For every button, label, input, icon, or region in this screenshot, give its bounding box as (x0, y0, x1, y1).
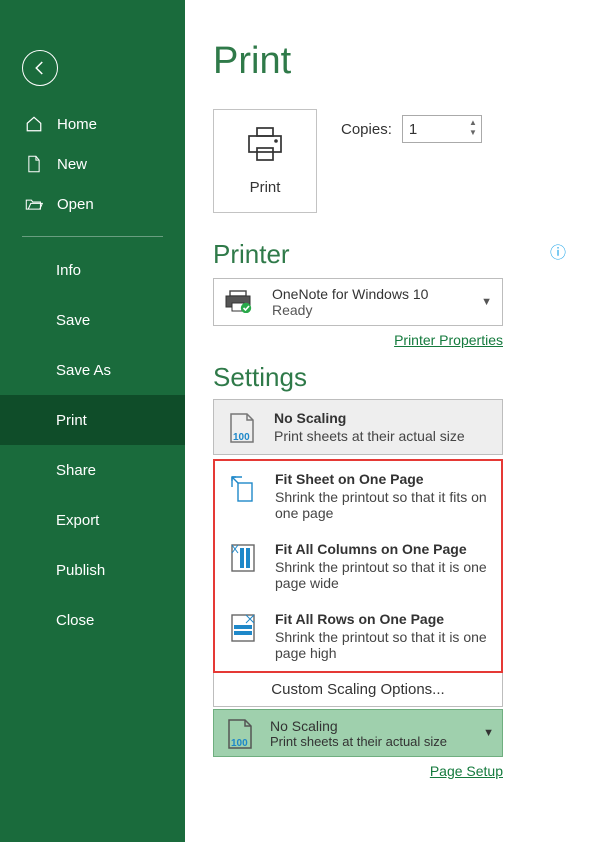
print-button[interactable]: Print (213, 109, 317, 213)
custom-scaling-link[interactable]: Custom Scaling Options... (213, 673, 503, 707)
printer-name: OneNote for Windows 10 (272, 286, 428, 302)
page-setup-link[interactable]: Page Setup (213, 763, 503, 779)
option-title: Fit All Rows on One Page (275, 611, 489, 627)
scaling-selected-title: No Scaling (274, 410, 465, 426)
scaling-option-fit-columns[interactable]: Fit All Columns on One Page Shrink the p… (215, 531, 501, 601)
option-desc: Shrink the printout so that it fits on o… (275, 489, 489, 521)
scaling-selected-desc: Print sheets at their actual size (274, 428, 465, 444)
sidebar-item-label: Home (57, 116, 97, 133)
summary-title: No Scaling (270, 718, 447, 734)
sidebar-sub-label: Export (56, 512, 99, 529)
svg-text:100: 100 (231, 738, 248, 749)
backstage-sidebar: Home New Open Info Save Save As Print Sh… (0, 0, 185, 842)
scaling-dropdown[interactable]: 100 No Scaling Print sheets at their act… (213, 709, 503, 757)
print-button-label: Print (250, 179, 281, 196)
back-button[interactable] (22, 50, 58, 86)
scaling-option-fit-sheet[interactable]: Fit Sheet on One Page Shrink the printou… (215, 461, 501, 531)
sidebar-sub-label: Publish (56, 562, 105, 579)
sidebar-sub-print[interactable]: Print (0, 395, 185, 445)
spinner-arrows-icon[interactable]: ▲▼ (469, 118, 477, 138)
sidebar-separator (22, 236, 163, 237)
sidebar-sub-export[interactable]: Export (0, 495, 185, 545)
copies-label: Copies: (341, 121, 392, 138)
printer-select[interactable]: OneNote for Windows 10 Ready ▼ (213, 278, 503, 326)
sidebar-sub-label: Print (56, 412, 87, 429)
sidebar-sub-close[interactable]: Close (0, 595, 185, 645)
fit-rows-icon (227, 611, 259, 643)
sidebar-sub-save[interactable]: Save (0, 295, 185, 345)
printer-device-icon (224, 289, 258, 316)
copies-value: 1 (409, 121, 417, 138)
sidebar-item-home[interactable]: Home (0, 104, 185, 144)
sidebar-sub-label: Save As (56, 362, 111, 379)
scaling-selected[interactable]: 100 No Scaling Print sheets at their act… (213, 399, 503, 455)
sidebar-sub-label: Save (56, 312, 90, 329)
sidebar-sub-share[interactable]: Share (0, 445, 185, 495)
option-desc: Shrink the printout so that it is one pa… (275, 559, 489, 591)
scaling-option-fit-rows[interactable]: Fit All Rows on One Page Shrink the prin… (215, 601, 501, 671)
printer-icon (245, 126, 285, 167)
option-title: Fit Sheet on One Page (275, 471, 489, 487)
sidebar-sub-label: Share (56, 462, 96, 479)
sidebar-item-label: Open (57, 196, 94, 213)
option-desc: Shrink the printout so that it is one pa… (275, 629, 489, 661)
sidebar-item-label: New (57, 156, 87, 173)
printer-heading: Printer (213, 239, 290, 270)
printer-properties-link[interactable]: Printer Properties (213, 332, 503, 348)
sidebar-sub-info[interactable]: Info (0, 245, 185, 295)
settings-heading: Settings (213, 362, 503, 393)
sidebar-sub-saveas[interactable]: Save As (0, 345, 185, 395)
chevron-down-icon: ▼ (481, 296, 492, 308)
page-100-icon: 100 (226, 410, 258, 444)
folder-open-icon (25, 195, 43, 213)
arrow-left-icon (31, 59, 49, 77)
sidebar-sub-label: Info (56, 262, 81, 279)
document-icon (25, 155, 43, 173)
page-100-icon: 100 (224, 716, 256, 750)
page-title: Print (213, 40, 566, 83)
sidebar-sub-publish[interactable]: Publish (0, 545, 185, 595)
fit-sheet-icon (227, 471, 259, 503)
main-panel: Print Print Copies: 1 ▲▼ (185, 0, 594, 842)
printer-status: Ready (272, 302, 428, 318)
option-title: Fit All Columns on One Page (275, 541, 489, 557)
summary-desc: Print sheets at their actual size (270, 734, 447, 749)
sidebar-item-new[interactable]: New (0, 144, 185, 184)
chevron-down-icon: ▼ (483, 727, 494, 739)
info-icon[interactable]: ⓘ (550, 239, 566, 263)
fit-columns-icon (227, 541, 259, 573)
sidebar-item-open[interactable]: Open (0, 184, 185, 224)
highlight-box: Fit Sheet on One Page Shrink the printou… (213, 459, 503, 673)
copies-input[interactable]: 1 ▲▼ (402, 115, 482, 143)
home-icon (25, 115, 43, 133)
svg-text:100: 100 (233, 432, 250, 443)
sidebar-sub-label: Close (56, 612, 94, 629)
